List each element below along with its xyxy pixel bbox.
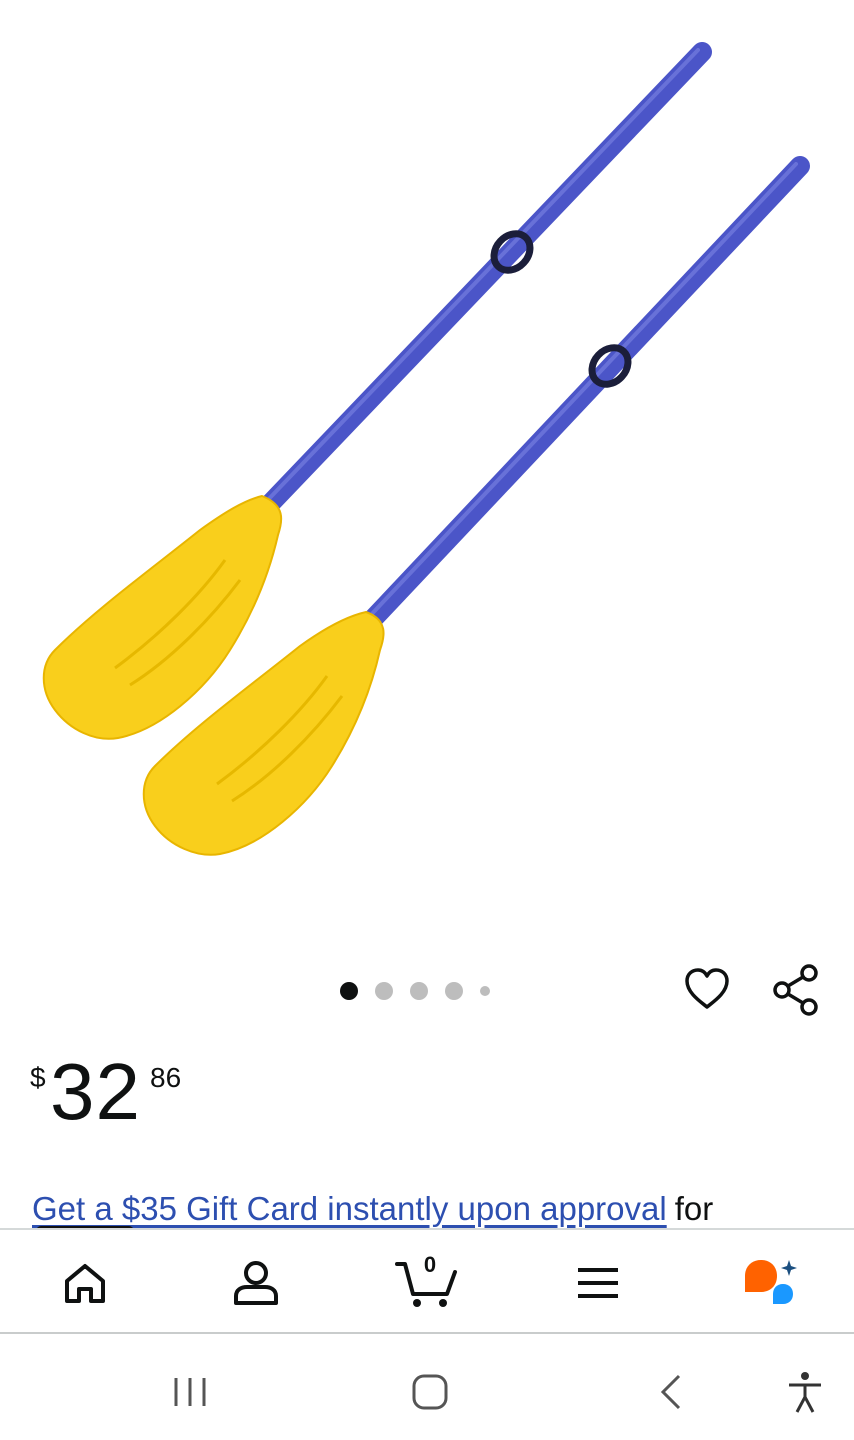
gift-card-promo: Get a $35 Gift Card instantly upon appro… bbox=[32, 1190, 854, 1230]
accessibility-button[interactable] bbox=[775, 1362, 835, 1422]
home-icon bbox=[65, 1264, 105, 1303]
gift-card-promo-text: for bbox=[674, 1190, 714, 1227]
price-fraction: 86 bbox=[150, 1062, 182, 1093]
oars-illustration bbox=[42, 42, 810, 856]
share-icon bbox=[773, 964, 818, 1016]
cart-count-badge: 0 bbox=[423, 1252, 437, 1277]
recent-apps-icon bbox=[174, 1378, 206, 1406]
wishlist-button[interactable] bbox=[680, 962, 734, 1016]
share-button[interactable] bbox=[768, 962, 824, 1018]
system-home-icon bbox=[412, 1374, 448, 1410]
carousel-dot[interactable] bbox=[410, 982, 428, 1000]
recent-apps-button[interactable] bbox=[160, 1362, 220, 1422]
carousel-dot[interactable] bbox=[375, 982, 393, 1000]
assistant-icon bbox=[745, 1260, 797, 1304]
system-home-button[interactable] bbox=[400, 1362, 460, 1422]
image-carousel-dots[interactable] bbox=[340, 981, 490, 1001]
carousel-dot-active[interactable] bbox=[340, 982, 358, 1000]
nav-menu-button[interactable] bbox=[563, 1248, 633, 1318]
bottom-navigation-bar: 0 bbox=[0, 1228, 854, 1334]
nav-cart-button[interactable]: 0 bbox=[392, 1248, 462, 1318]
gift-card-promo-link[interactable]: Get a $35 Gift Card instantly upon appro… bbox=[32, 1190, 667, 1227]
carousel-dot[interactable] bbox=[445, 982, 463, 1000]
price-whole: 32 bbox=[50, 1047, 141, 1136]
nav-assistant-button[interactable] bbox=[734, 1248, 804, 1318]
account-icon bbox=[234, 1261, 278, 1305]
product-image[interactable] bbox=[0, 0, 854, 955]
nav-account-button[interactable] bbox=[221, 1248, 291, 1318]
menu-icon bbox=[578, 1268, 618, 1298]
heart-icon bbox=[685, 968, 729, 1009]
back-icon bbox=[660, 1374, 681, 1410]
system-navigation-bar bbox=[0, 1336, 854, 1440]
accessibility-icon bbox=[789, 1372, 821, 1413]
price-currency: $ bbox=[30, 1062, 46, 1093]
back-button[interactable] bbox=[640, 1362, 700, 1422]
carousel-dot[interactable] bbox=[480, 986, 490, 996]
nav-home-button[interactable] bbox=[50, 1248, 120, 1318]
